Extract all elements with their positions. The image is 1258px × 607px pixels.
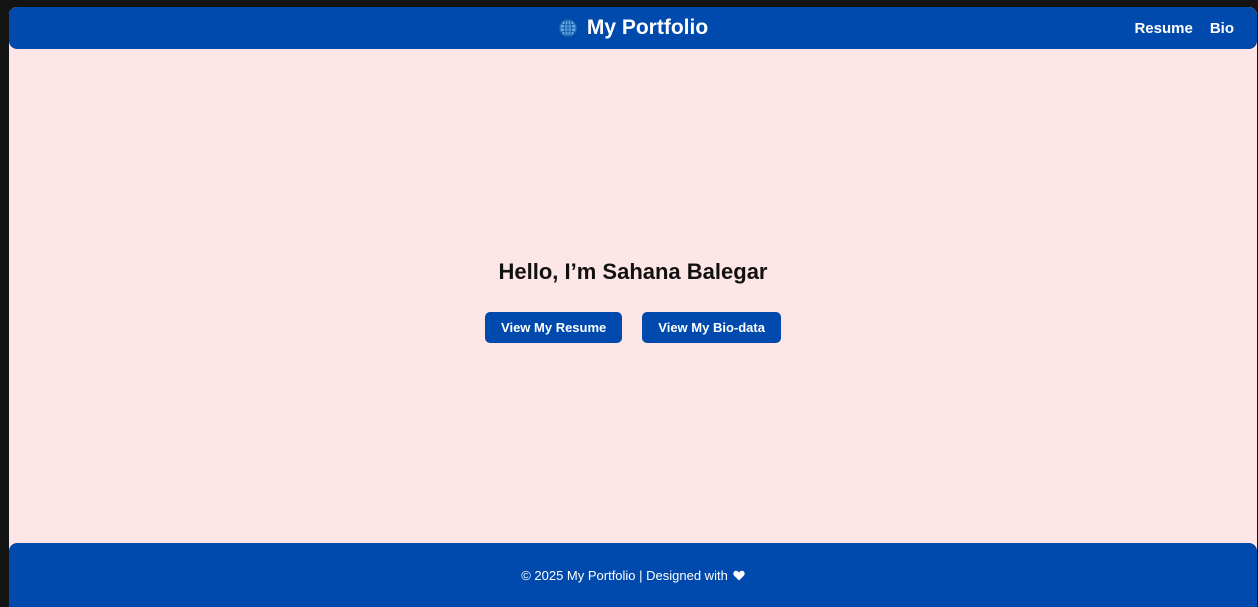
- hero-title: Hello, I’m Sahana Balegar: [498, 259, 768, 284]
- brand[interactable]: My Portfolio: [9, 7, 1257, 49]
- navbar: My Portfolio Resume Bio: [9, 7, 1257, 49]
- globe-icon: [558, 18, 578, 38]
- brand-title: My Portfolio: [586, 16, 709, 39]
- heart-icon: [733, 570, 745, 581]
- view-biodata-button[interactable]: View My Bio-data: [642, 312, 781, 343]
- hero-buttons: View My Resume View My Bio-data: [9, 312, 1257, 343]
- nav-links: Resume Bio: [1134, 7, 1234, 49]
- hero-section: Hello, I’m Sahana Balegar: [9, 252, 1257, 292]
- nav-link-resume[interactable]: Resume: [1134, 20, 1192, 37]
- page: My Portfolio Resume Bio Hello, I’m Sahan…: [9, 7, 1257, 607]
- footer: © 2025 My Portfolio | Designed with: [9, 543, 1257, 607]
- footer-text: © 2025 My Portfolio | Designed with: [521, 567, 728, 583]
- view-resume-button[interactable]: View My Resume: [485, 312, 623, 343]
- nav-link-bio[interactable]: Bio: [1210, 20, 1234, 37]
